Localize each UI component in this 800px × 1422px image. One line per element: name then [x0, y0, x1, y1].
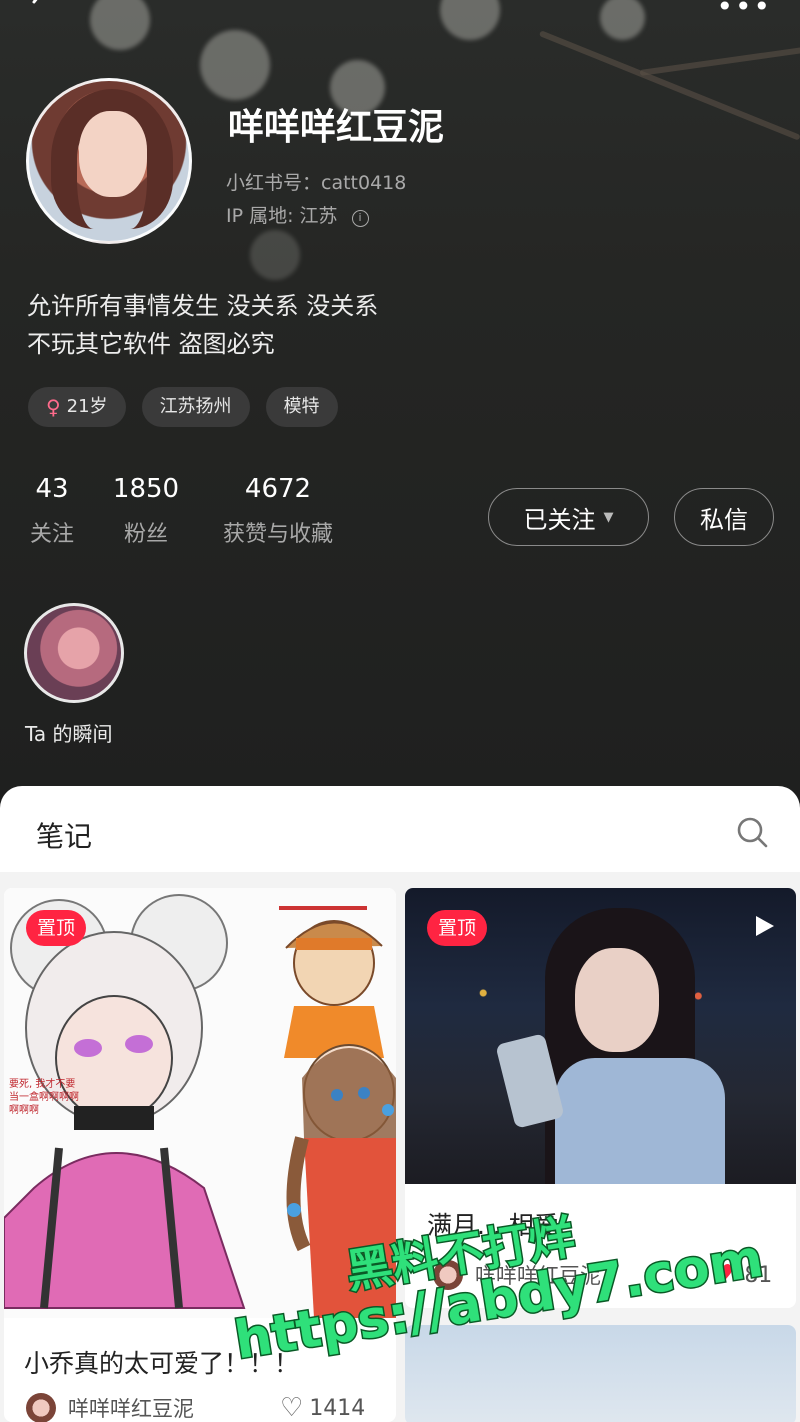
ip-location-text: IP 属地: 江苏 — [226, 205, 338, 227]
likes-value: 1414 — [309, 1395, 366, 1421]
ip-location: IP 属地: 江苏 i — [226, 201, 369, 228]
stat-label: 获赞与收藏 — [222, 522, 333, 547]
stat-following[interactable]: 43 关注 — [26, 474, 78, 548]
background-blossom — [90, 0, 150, 50]
background-blossom — [600, 0, 645, 40]
tag-label: 21岁 — [66, 396, 108, 417]
health-bar — [279, 906, 367, 910]
author-avatar — [26, 1393, 56, 1422]
following-button[interactable]: 已关注 ▼ — [488, 488, 649, 546]
message-button[interactable]: 私信 — [674, 488, 774, 546]
person-body — [555, 1058, 725, 1184]
tag-label: 江苏扬州 — [159, 396, 232, 417]
back-icon[interactable] — [22, 0, 62, 22]
moments-thumbnail[interactable] — [24, 603, 124, 703]
stat-followers[interactable]: 1850 粉丝 — [108, 474, 184, 548]
pinned-badge: 置顶 — [26, 910, 87, 946]
stat-likes-collects[interactable]: 4672 获赞与收藏 — [216, 474, 340, 548]
note-card[interactable] — [405, 1325, 796, 1422]
tag-age: ♀ 21岁 — [28, 387, 126, 427]
following-label: 已关注 — [523, 505, 596, 534]
note-cover-image — [405, 1325, 796, 1422]
comic-text: 要死, 我才不要当一盒啊啊啊啊啊啊啊 — [9, 1079, 79, 1116]
profile-avatar[interactable] — [26, 78, 192, 244]
background-blossom — [250, 230, 300, 280]
moments-label[interactable]: Ta 的瞬间 — [25, 718, 113, 747]
bio-line: 不玩其它软件 盗图必究 — [27, 330, 275, 358]
tab-notes[interactable]: 笔记 — [36, 815, 92, 855]
bio-line: 允许所有事情发生 没关系 没关系 — [27, 292, 379, 320]
author-name: 咩咩咩红豆泥 — [68, 1397, 194, 1421]
background-branch — [538, 30, 800, 141]
stat-value: 1850 — [112, 474, 180, 504]
tag-location: 江苏扬州 — [141, 387, 250, 427]
video-play-icon — [756, 916, 774, 936]
tag-occupation: 模特 — [265, 387, 338, 427]
background-blossom — [200, 30, 270, 100]
tag-label: 模特 — [283, 396, 320, 417]
pinned-badge: 置顶 — [427, 910, 488, 946]
caret-down-icon: ▼ — [603, 509, 614, 525]
profile-name: 咩咩咩红豆泥 — [228, 107, 445, 148]
person-face — [575, 948, 659, 1052]
stat-label: 关注 — [29, 522, 74, 547]
info-icon[interactable]: i — [351, 210, 369, 227]
background-branch — [639, 44, 800, 76]
stat-value: 4672 — [244, 474, 312, 504]
red-id: 小红书号：catt0418 — [226, 172, 407, 194]
like-count[interactable]: ♡ 1414 — [280, 1393, 365, 1422]
stat-label: 粉丝 — [123, 522, 168, 547]
note-cover-image: 要死, 我才不要当一盒啊啊啊啊啊啊啊 — [4, 888, 396, 1318]
profile-tags: ♀ 21岁 江苏扬州 模特 — [28, 387, 338, 427]
search-icon[interactable] — [735, 815, 769, 849]
background-blossom — [440, 0, 500, 40]
more-icon[interactable]: ••• — [716, 0, 772, 23]
note-author[interactable]: 咩咩咩红豆泥 — [26, 1393, 194, 1422]
avatar-face — [79, 111, 147, 197]
female-icon: ♀ — [46, 395, 61, 419]
heart-outline-icon: ♡ — [280, 1393, 304, 1422]
stat-value: 43 — [35, 474, 69, 504]
profile-bio: 允许所有事情发生 没关系 没关系 不玩其它软件 盗图必究 — [27, 287, 378, 363]
